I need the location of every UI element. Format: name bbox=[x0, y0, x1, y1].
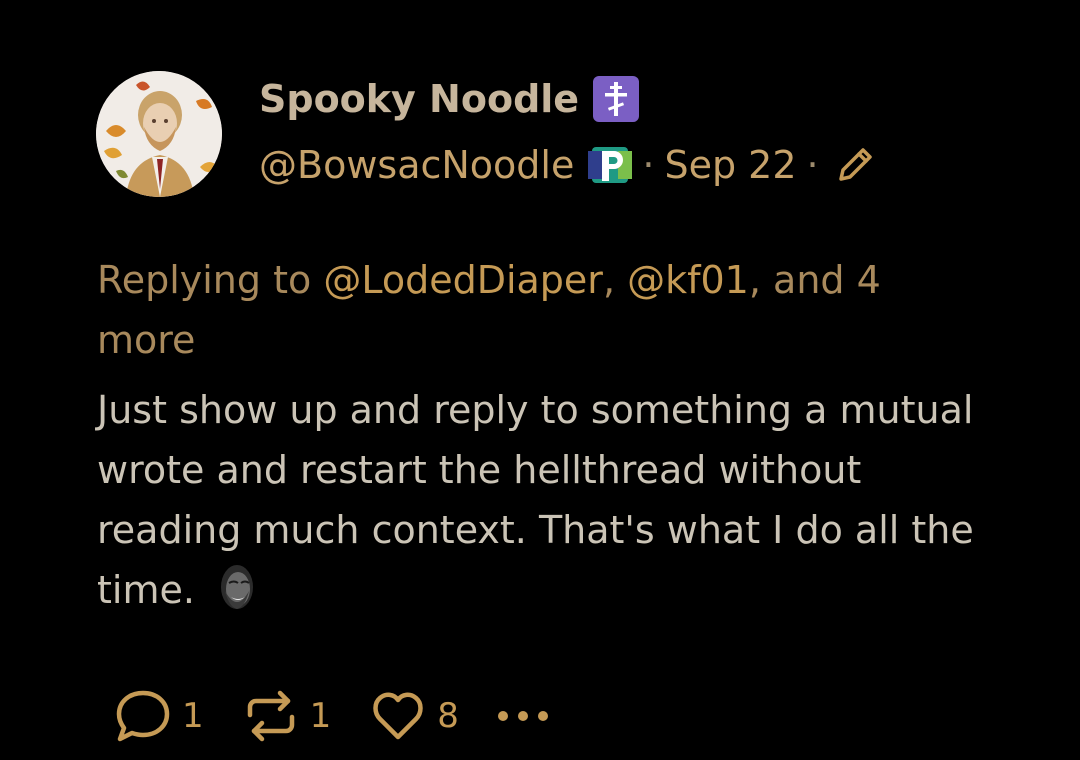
heart-icon bbox=[373, 692, 424, 740]
replying-to-label: Replying to bbox=[97, 258, 312, 302]
handle[interactable]: @BowsacNoodle bbox=[259, 143, 574, 187]
reply-button[interactable]: 1 bbox=[112, 685, 204, 747]
pencil-icon[interactable] bbox=[833, 143, 877, 187]
repost-button[interactable]: 1 bbox=[240, 685, 332, 747]
reply-count: 1 bbox=[182, 696, 204, 736]
post-date[interactable]: Sep 22 bbox=[664, 143, 796, 187]
chad-emoji-icon bbox=[215, 561, 259, 613]
post-meta: @BowsacNoodle · Sep 22 · bbox=[259, 138, 877, 192]
repost-icon bbox=[247, 690, 294, 742]
display-name[interactable]: Spooky Noodle bbox=[259, 76, 640, 122]
like-count: 8 bbox=[437, 696, 459, 736]
separator: · bbox=[806, 143, 819, 187]
p-badge-icon bbox=[588, 143, 633, 187]
post-body: Just show up and reply to something a mu… bbox=[97, 380, 977, 620]
mention-comma: , bbox=[602, 258, 616, 302]
display-name-text[interactable]: Spooky Noodle bbox=[259, 77, 579, 121]
more-options-button[interactable] bbox=[495, 706, 555, 726]
orthodox-cross-icon bbox=[593, 76, 640, 122]
repost-count: 1 bbox=[309, 696, 332, 736]
avatar[interactable] bbox=[96, 71, 222, 197]
more-dots-icon bbox=[497, 711, 548, 721]
mention-link[interactable]: @LodedDiaper bbox=[323, 258, 603, 302]
replying-to: Replying to @LodedDiaper, @kf01, and 4 m… bbox=[97, 250, 957, 370]
separator: · bbox=[642, 143, 655, 187]
action-bar: 1 1 8 bbox=[112, 686, 591, 746]
speech-bubble-icon bbox=[116, 690, 170, 742]
like-button[interactable]: 8 bbox=[367, 685, 459, 747]
mention-link[interactable]: @kf01 bbox=[627, 258, 749, 302]
